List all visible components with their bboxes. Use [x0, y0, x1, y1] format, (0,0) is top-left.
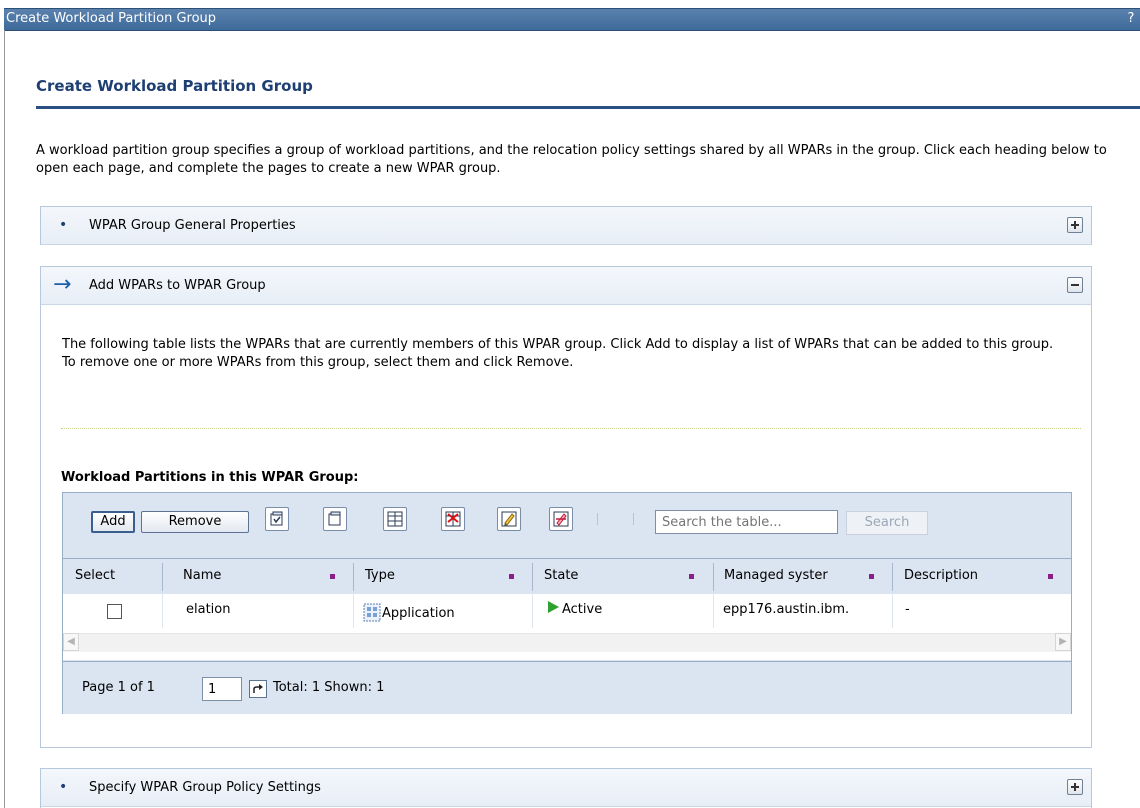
expand-plus-icon[interactable]: [1067, 217, 1083, 233]
table-title: Workload Partitions in this WPAR Group:: [61, 470, 359, 485]
scroll-right-icon[interactable]: ▶: [1055, 633, 1071, 651]
cell-name[interactable]: elation: [186, 594, 230, 628]
collapse-minus-icon[interactable]: [1067, 277, 1083, 293]
column-header-name[interactable]: Name: [183, 559, 221, 594]
column-header-type[interactable]: Type: [365, 559, 395, 594]
clear-sorts-icon[interactable]: [549, 507, 573, 531]
column-header-description[interactable]: Description: [904, 559, 978, 594]
page-title: Create Workload Partition Group: [36, 77, 313, 95]
active-play-icon: [546, 594, 560, 628]
search-button[interactable]: Search: [846, 511, 928, 535]
sort-indicator-icon[interactable]: [689, 574, 694, 579]
column-header-select[interactable]: Select: [75, 559, 115, 594]
table-row[interactable]: elation Application Active epp176.austin…: [63, 594, 1071, 629]
section-header-general-properties[interactable]: • WPAR Group General Properties: [41, 207, 1091, 245]
select-all-icon[interactable]: [265, 507, 289, 531]
toolbar-separator: [633, 513, 634, 525]
cell-description: -: [905, 602, 910, 617]
page-number-input[interactable]: [202, 677, 242, 701]
help-icon[interactable]: ? !: [1124, 9, 1138, 49]
deselect-all-icon[interactable]: [323, 507, 347, 531]
section-header-add-wpars[interactable]: → Add WPARs to WPAR Group: [41, 267, 1091, 305]
arrow-right-icon: →: [53, 272, 72, 297]
edit-sort-icon[interactable]: [497, 507, 521, 531]
sort-indicator-icon[interactable]: [1048, 574, 1053, 579]
cell-managed-system[interactable]: epp176.austin.ibm.: [723, 594, 849, 628]
intro-text: A workload partition group specifies a g…: [36, 143, 1107, 176]
section-policy-settings: • Specify WPAR Group Policy Settings: [40, 768, 1092, 808]
column-header-state[interactable]: State: [544, 559, 578, 594]
window-title: Create Workload Partition Group: [6, 11, 217, 26]
show-filter-row-icon[interactable]: [383, 507, 407, 531]
pager-totals: Total: 1 Shown: 1: [273, 680, 385, 695]
scroll-left-icon[interactable]: ◀: [63, 633, 79, 651]
row-select-checkbox[interactable]: [107, 604, 122, 619]
add-button[interactable]: Add: [91, 511, 135, 533]
section-label[interactable]: Add WPARs to WPAR Group: [89, 267, 266, 304]
sort-indicator-icon[interactable]: [509, 574, 514, 579]
table-header: Select Name Type State Managed syster De…: [63, 558, 1071, 595]
go-to-page-icon[interactable]: [249, 680, 267, 698]
section-divider: [61, 428, 1081, 429]
section-description: The following table lists the WPARs that…: [62, 337, 1054, 370]
search-input[interactable]: [655, 510, 838, 534]
cell-state: Active: [562, 602, 603, 617]
application-icon: [363, 596, 381, 622]
left-border: [4, 30, 5, 808]
section-label[interactable]: WPAR Group General Properties: [89, 207, 296, 244]
bullet-icon: •: [59, 779, 68, 795]
section-label[interactable]: Specify WPAR Group Policy Settings: [89, 769, 321, 806]
remove-button[interactable]: Remove: [141, 511, 249, 533]
sort-indicator-icon[interactable]: [869, 574, 874, 579]
toolbar-separator: [597, 513, 598, 525]
cell-type: Application: [382, 606, 455, 621]
clear-filters-icon[interactable]: [441, 507, 465, 531]
sort-indicator-icon[interactable]: [330, 574, 335, 579]
window-titlebar: Create Workload Partition Group ? !: [4, 8, 1140, 46]
expand-plus-icon[interactable]: [1067, 779, 1083, 795]
table-pager: Page 1 of 1 Total: 1 Shown: 1: [63, 661, 1071, 714]
title-divider: [36, 106, 1140, 109]
page-label: Page 1 of 1: [82, 680, 155, 695]
bullet-icon: •: [59, 217, 68, 233]
section-general-properties: • WPAR Group General Properties: [40, 206, 1092, 245]
column-header-managed-system[interactable]: Managed syster: [724, 559, 828, 594]
section-header-policy-settings[interactable]: • Specify WPAR Group Policy Settings: [41, 769, 1091, 807]
horizontal-scrollbar[interactable]: ◀ ▶: [63, 628, 1071, 660]
